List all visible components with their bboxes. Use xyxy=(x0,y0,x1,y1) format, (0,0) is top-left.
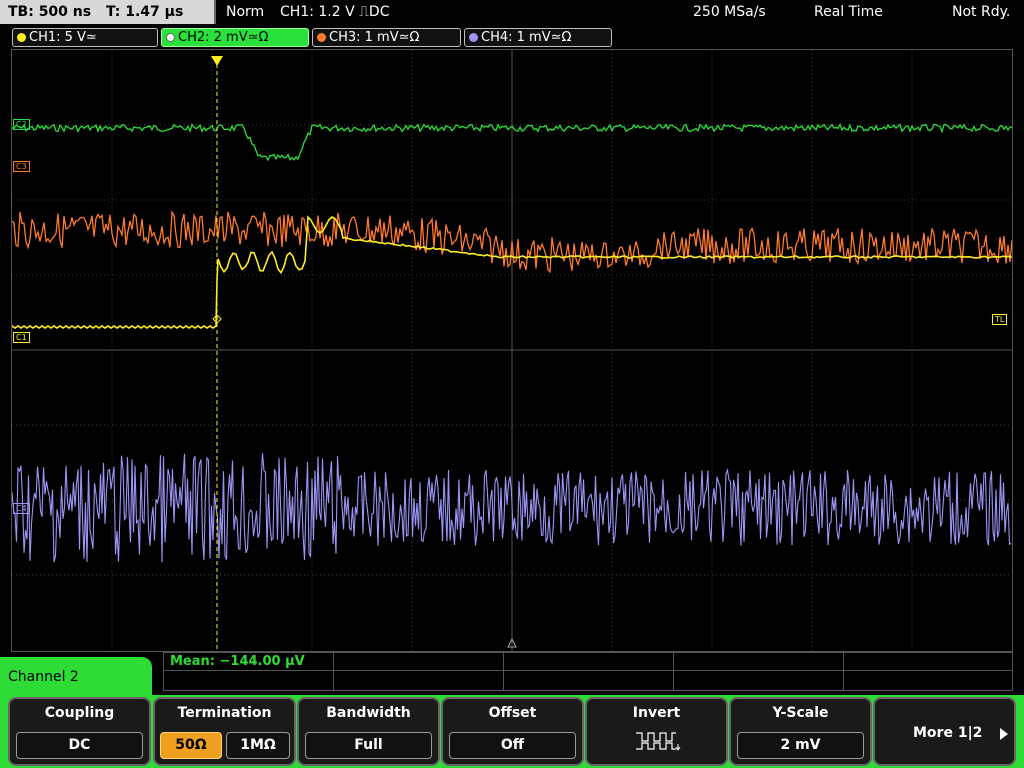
invert-title: Invert xyxy=(632,705,681,721)
offset-softkey[interactable]: Offset Off xyxy=(441,697,584,766)
yscale-value[interactable]: 2 mV xyxy=(737,732,864,759)
measurement-area: Mean: −144.00 µV xyxy=(163,652,1013,692)
divider xyxy=(843,652,844,691)
ch1-dot-icon xyxy=(17,33,26,42)
timebase-value: TB: 500 ns xyxy=(8,4,92,20)
divider xyxy=(503,652,504,691)
yscale-softkey[interactable]: Y-Scale 2 mV xyxy=(729,697,872,766)
menu-channel-label: Channel 2 xyxy=(0,657,152,697)
offset-value[interactable]: Off xyxy=(449,732,576,759)
status-bar: TB: 500 ns T: 1.47 µs Norm CH1: 1.2 V ⎍D… xyxy=(0,0,1024,25)
next-page-icon xyxy=(1000,728,1008,740)
waveform-display[interactable]: C2 C3 C1 C4 TL xyxy=(11,49,1013,652)
ch3-dot-icon xyxy=(317,33,326,42)
trigger-info[interactable]: CH1: 1.2 V ⎍DC xyxy=(280,0,389,24)
channel-tab-bar: CH1: 5 V≃ CH2: 2 mV≃Ω CH3: 1 mV≃Ω CH4: 1… xyxy=(0,26,1024,48)
trigger-status: Not Rdy. xyxy=(952,4,1011,20)
tab-ch3-label: CH3: 1 mV≃Ω xyxy=(329,30,420,45)
trigger-time-value: T: 1.47 µs xyxy=(105,4,184,20)
ch4-dot-icon xyxy=(469,33,478,42)
yscale-title: Y-Scale xyxy=(772,705,829,721)
graticule xyxy=(12,50,1012,651)
bandwidth-softkey[interactable]: Bandwidth Full xyxy=(297,697,440,766)
trigger-mode[interactable]: Norm xyxy=(226,0,264,24)
termination-softkey[interactable]: Termination 50Ω 1MΩ xyxy=(153,697,296,766)
tab-ch1-label: CH1: 5 V≃ xyxy=(29,30,97,45)
measurement-row-empty xyxy=(163,671,1013,691)
ch2-dot-icon xyxy=(166,33,175,42)
tab-ch3[interactable]: CH3: 1 mV≃Ω xyxy=(312,28,461,47)
tab-ch1[interactable]: CH1: 5 V≃ xyxy=(12,28,158,47)
ch4-ground-marker[interactable]: C4 xyxy=(13,503,30,514)
ch1-ground-marker[interactable]: C1 xyxy=(13,332,30,343)
sample-rate: 250 MSa/s xyxy=(693,4,766,20)
trigger-level-marker[interactable]: TL xyxy=(992,314,1008,325)
coupling-title: Coupling xyxy=(44,705,115,721)
softkey-bar: Coupling DC Termination 50Ω 1MΩ Bandwidt… xyxy=(0,695,1024,768)
ch2-ground-marker[interactable]: C2 xyxy=(13,119,30,130)
tab-ch2-label: CH2: 2 mV≃Ω xyxy=(178,30,269,45)
more-label: More 1|2 xyxy=(913,725,983,741)
divider xyxy=(673,652,674,691)
termination-1mohm-option[interactable]: 1MΩ xyxy=(226,732,290,759)
divider xyxy=(333,652,334,691)
divider xyxy=(214,0,216,24)
termination-50ohm-option[interactable]: 50Ω xyxy=(160,732,222,759)
bandwidth-value[interactable]: Full xyxy=(305,732,432,759)
coupling-value[interactable]: DC xyxy=(16,732,143,759)
coupling-softkey[interactable]: Coupling DC xyxy=(8,697,151,766)
offset-title: Offset xyxy=(488,705,537,721)
tab-ch4[interactable]: CH4: 1 mV≃Ω xyxy=(464,28,612,47)
invert-waveform-icon xyxy=(636,732,681,751)
tab-ch4-label: CH4: 1 mV≃Ω xyxy=(481,30,572,45)
termination-title: Termination xyxy=(177,705,272,721)
acquisition-mode: Real Time xyxy=(814,4,883,20)
tab-ch2[interactable]: CH2: 2 mV≃Ω xyxy=(161,28,309,47)
mean-measurement[interactable]: Mean: −144.00 µV xyxy=(163,652,1013,671)
trigger-position-icon[interactable] xyxy=(211,56,223,66)
invert-softkey[interactable]: Invert xyxy=(585,697,728,766)
ch3-ground-marker[interactable]: C3 xyxy=(13,161,30,172)
more-softkey[interactable]: More 1|2 xyxy=(873,697,1016,766)
bandwidth-title: Bandwidth xyxy=(326,705,411,721)
timebase-box[interactable]: TB: 500 ns T: 1.47 µs xyxy=(0,0,214,24)
